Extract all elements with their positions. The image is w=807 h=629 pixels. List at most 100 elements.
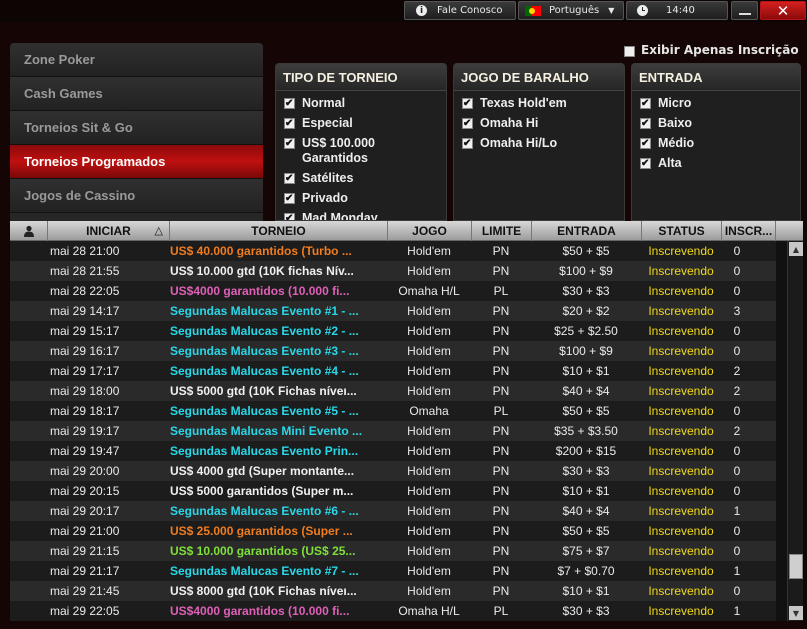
table-row[interactable]: mai 29 18:17 Segundas Malucas Evento #5 -… xyxy=(10,401,776,421)
column-header-jogo[interactable]: JOGO xyxy=(388,221,472,241)
table-row[interactable]: mai 29 14:17 Segundas Malucas Evento #1 -… xyxy=(10,301,776,321)
start-time-cell: mai 28 21:00 xyxy=(50,244,120,258)
filter-option[interactable]: Mad Monday xyxy=(284,211,446,220)
registered-cell: 1 xyxy=(733,564,741,578)
table-row[interactable]: mai 29 20:15 US$ 5000 garantidos (Super m… xyxy=(10,481,776,501)
limit-cell: PN xyxy=(492,544,510,558)
table-row[interactable]: mai 29 16:17 Segundas Malucas Evento #3 -… xyxy=(10,341,776,361)
checkbox[interactable] xyxy=(640,116,651,131)
table-row[interactable]: mai 29 22:05 US$4000 garantidos (10.000 f… xyxy=(10,601,776,621)
minimize-button[interactable] xyxy=(731,1,758,20)
checkbox[interactable] xyxy=(284,171,295,186)
table-row[interactable]: mai 29 15:17 Segundas Malucas Evento #2 -… xyxy=(10,321,776,341)
filter-option[interactable]: Texas Hold'em xyxy=(462,96,624,111)
checkbox[interactable] xyxy=(640,96,651,111)
table-row[interactable]: mai 29 18:00 US$ 5000 gtd (10K Fichas nív… xyxy=(10,381,776,401)
filter-option[interactable]: Normal xyxy=(284,96,446,111)
menu-item-jogos-de-cassino[interactable]: Jogos de Cassino xyxy=(10,179,263,213)
contact-button[interactable]: i Fale Conosco xyxy=(404,1,516,20)
game-cell: Hold'em xyxy=(407,504,451,518)
status-cell: Inscrevendo xyxy=(648,504,714,518)
scroll-up-icon[interactable]: ▲ xyxy=(789,242,803,256)
table-row[interactable]: mai 29 21:45 US$ 8000 gtd (10K Fichas nív… xyxy=(10,581,776,601)
start-time-cell: mai 29 19:47 xyxy=(50,444,120,458)
table-row[interactable]: mai 29 17:17 Segundas Malucas Evento #4 -… xyxy=(10,361,776,381)
column-header-entrada[interactable]: ENTRADA xyxy=(532,221,642,241)
option-label: Privado xyxy=(302,191,348,205)
buyin-cell: $30 + $3 xyxy=(562,604,610,618)
table-row[interactable]: mai 29 21:17 Segundas Malucas Evento #7 -… xyxy=(10,561,776,581)
game-cell: Omaha H/L xyxy=(398,604,460,618)
game-cell: Hold'em xyxy=(407,564,451,578)
checkbox[interactable] xyxy=(284,116,295,131)
limit-cell: PL xyxy=(493,604,509,618)
filter-option[interactable]: Especial xyxy=(284,116,446,131)
buyin-cell: $10 + $1 xyxy=(562,484,610,498)
registered-cell: 0 xyxy=(733,324,741,338)
checkbox[interactable] xyxy=(462,96,473,111)
filter-option[interactable]: Omaha Hi xyxy=(462,116,624,131)
buyin-cell: $35 + $3.50 xyxy=(554,424,618,438)
player-column-header[interactable] xyxy=(10,221,48,241)
filter-option[interactable]: Médio xyxy=(640,136,800,151)
buyin-cell: $100 + $9 xyxy=(559,344,613,358)
checkbox[interactable] xyxy=(640,136,651,151)
option-label: Alta xyxy=(658,156,682,170)
tournament-name-cell: US$ 5000 gtd (10K Fichas níveı... xyxy=(170,384,357,398)
limit-cell: PN xyxy=(492,444,510,458)
table-row[interactable]: mai 29 21:15 US$ 10.000 garantidos (US$ 2… xyxy=(10,541,776,561)
tournament-name-cell: US$4000 garantidos (10.000 fi... xyxy=(170,604,350,618)
table-row[interactable]: mai 29 19:17 Segundas Malucas Mini Evento… xyxy=(10,421,776,441)
game-cell: Hold'em xyxy=(407,344,451,358)
table-row[interactable]: mai 29 21:00 US$ 25.000 garantidos (Super… xyxy=(10,521,776,541)
column-header-iniciar[interactable]: INICIAR △ xyxy=(48,221,170,241)
checkbox[interactable] xyxy=(284,191,295,206)
checkbox[interactable] xyxy=(284,96,295,111)
filter-option[interactable]: US$ 100.000 Garantidos xyxy=(284,136,446,166)
start-time-cell: mai 29 15:17 xyxy=(50,324,120,338)
close-button[interactable]: ✕ xyxy=(760,1,806,20)
status-cell: Inscrevendo xyxy=(648,364,714,378)
registering-only-checkbox[interactable] xyxy=(624,45,635,57)
filter-option[interactable]: Baixo xyxy=(640,116,800,131)
scrollbar-thumb[interactable] xyxy=(789,554,803,579)
table-row[interactable]: mai 28 21:00 US$ 40.000 garantidos (Turbo… xyxy=(10,241,776,261)
start-time-cell: mai 29 17:17 xyxy=(50,364,120,378)
table-row[interactable]: mai 28 22:05 US$4000 garantidos (10.000 f… xyxy=(10,281,776,301)
table-row[interactable]: mai 29 20:00 US$ 4000 gtd (Super montante… xyxy=(10,461,776,481)
column-header-status[interactable]: STATUS xyxy=(642,221,722,241)
language-select[interactable]: Português ▼ xyxy=(518,1,624,20)
filter-option[interactable]: Satélites xyxy=(284,171,446,186)
checkbox[interactable] xyxy=(284,136,295,151)
scroll-down-icon[interactable]: ▼ xyxy=(789,606,803,620)
menu-item-torneios-programados[interactable]: Torneios Programados xyxy=(10,145,263,179)
registered-cell: 0 xyxy=(733,344,741,358)
column-header-limite[interactable]: LIMITE xyxy=(472,221,532,241)
column-header-torneio[interactable]: TORNEIO xyxy=(170,221,388,241)
filter-option[interactable]: Micro xyxy=(640,96,800,111)
checkbox[interactable] xyxy=(640,156,651,171)
menu-item-sit-and-go[interactable]: Torneios Sit & Go xyxy=(10,111,263,145)
buyin-cell: $200 + $15 xyxy=(555,444,617,458)
limit-cell: PL xyxy=(493,284,509,298)
registering-only-toggle[interactable]: Exibir Apenas Inscrição xyxy=(624,43,799,57)
checkbox[interactable] xyxy=(462,136,473,151)
vertical-scrollbar[interactable]: ▲ ▼ xyxy=(787,241,803,621)
checkbox[interactable] xyxy=(462,116,473,131)
checkbox[interactable] xyxy=(284,211,295,220)
tournament-name-cell: Segundas Malucas Evento Prin... xyxy=(170,444,359,458)
table-row[interactable]: mai 29 20:17 Segundas Malucas Evento #6 -… xyxy=(10,501,776,521)
filter-option[interactable]: Privado xyxy=(284,191,446,206)
table-row[interactable]: mai 29 19:47 Segundas Malucas Evento Prin… xyxy=(10,441,776,461)
filter-option[interactable]: Alta xyxy=(640,156,800,171)
buyin-cell: $10 + $1 xyxy=(562,364,610,378)
menu-item-cash-games[interactable]: Cash Games xyxy=(10,77,263,111)
limit-cell: PN xyxy=(492,384,510,398)
table-header: INICIAR △ TORNEIO JOGO LIMITE ENTRADA ST… xyxy=(10,221,803,241)
table-row[interactable]: mai 28 21:55 US$ 10.000 gtd (10K fichas N… xyxy=(10,261,776,281)
menu-item-zone-poker[interactable]: Zone Poker xyxy=(10,43,263,77)
column-header-inscritos[interactable]: INSCR... xyxy=(722,221,776,241)
registering-only-label: Exibir Apenas Inscrição xyxy=(641,43,799,57)
tournament-name-cell: Segundas Malucas Evento #5 - ... xyxy=(170,404,359,418)
filter-option[interactable]: Omaha Hi/Lo xyxy=(462,136,624,151)
